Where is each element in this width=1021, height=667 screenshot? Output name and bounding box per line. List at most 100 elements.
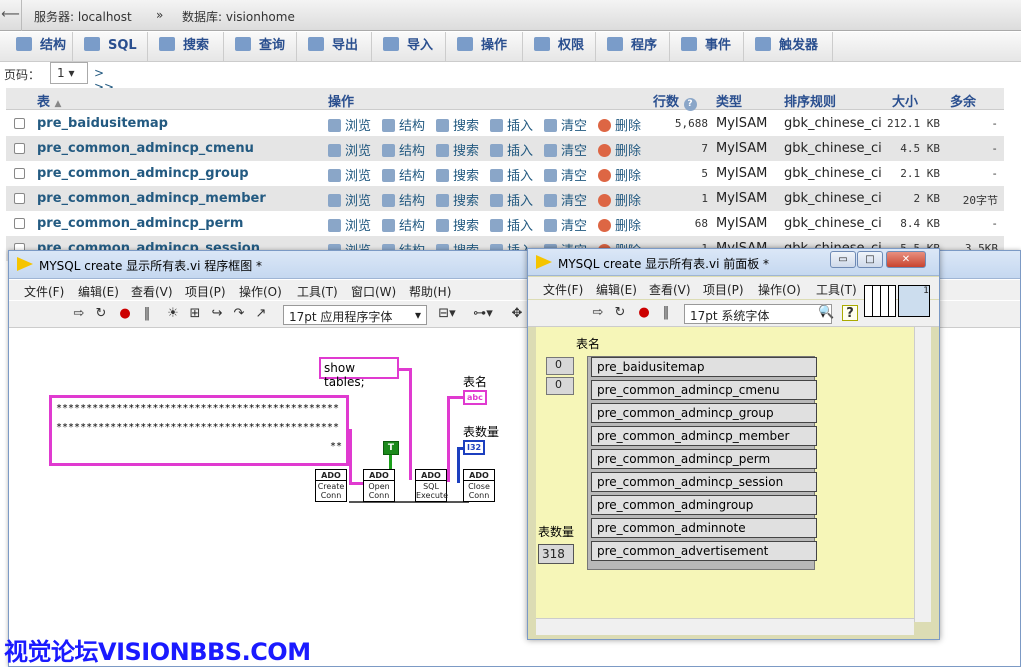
tab-export[interactable]: 导出 (298, 32, 372, 61)
menu-edit[interactable]: 编辑(E) (78, 283, 119, 300)
action-structure[interactable]: 结构 (382, 190, 425, 209)
action-insert[interactable]: 插入 (490, 215, 533, 234)
action-drop[interactable]: 删除 (598, 115, 641, 134)
tab-routines[interactable]: 程序 (597, 32, 670, 61)
tab-sql[interactable]: SQL (74, 32, 148, 61)
action-structure[interactable]: 结构 (382, 165, 425, 184)
run-continuous-icon[interactable]: ↻ (93, 306, 109, 322)
vi-icon[interactable]: 1 (898, 285, 930, 317)
pause-icon[interactable]: ‖ (139, 306, 155, 322)
run-continuous-icon[interactable]: ↻ (612, 305, 628, 321)
font-select[interactable]: 17pt 应用程序字体 (283, 305, 427, 325)
wire-count-out[interactable] (457, 447, 460, 483)
ado-open-conn[interactable]: ADO Open Conn (363, 469, 395, 502)
array-element[interactable]: pre_common_admincp_cmenu (591, 380, 817, 400)
close-button[interactable]: ✕ (886, 251, 926, 268)
distribute-icon[interactable]: ⊶▾ (471, 306, 495, 322)
menu-project[interactable]: 项目(P) (703, 281, 744, 298)
menu-window[interactable]: 窗口(W) (351, 283, 396, 300)
row-checkbox[interactable] (14, 168, 25, 179)
cleanup-icon[interactable]: ✥ (509, 306, 525, 322)
action-drop[interactable]: 删除 (598, 165, 641, 184)
page-select[interactable]: 1 ▾ (50, 62, 88, 84)
action-drop[interactable]: 删除 (598, 190, 641, 209)
run-arrow-icon[interactable]: ⇨ (590, 305, 606, 321)
action-insert[interactable]: 插入 (490, 140, 533, 159)
col-rows[interactable]: 行数 ? (653, 91, 697, 111)
action-search[interactable]: 搜索 (436, 215, 479, 234)
tab-search[interactable]: 搜索 (149, 32, 224, 61)
menu-operate[interactable]: 操作(O) (239, 283, 282, 300)
connector-pane-icon[interactable] (864, 285, 896, 317)
tab-structure[interactable]: 结构 (6, 32, 73, 61)
array-element[interactable]: pre_common_adminnote (591, 518, 817, 538)
action-drop[interactable]: 删除 (598, 215, 641, 234)
array-element[interactable]: pre_common_admincp_perm (591, 449, 817, 469)
step-into-icon[interactable]: ↪ (209, 306, 225, 322)
action-drop[interactable]: 删除 (598, 140, 641, 159)
array-element[interactable]: pre_common_advertisement (591, 541, 817, 561)
menu-operate[interactable]: 操作(O) (758, 281, 801, 298)
action-insert[interactable]: 插入 (490, 165, 533, 184)
action-browse[interactable]: 浏览 (328, 190, 371, 209)
step-over-icon[interactable]: ↷ (231, 306, 247, 322)
tab-events[interactable]: 事件 (671, 32, 744, 61)
action-structure[interactable]: 结构 (382, 140, 425, 159)
front-panel-canvas[interactable]: 表名 0 0 pre_baidusitemap pre_common_adminc… (536, 327, 914, 622)
menu-tools[interactable]: 工具(T) (816, 281, 857, 298)
breadcrumb-database[interactable]: 数据库: visionhome (182, 8, 295, 25)
retain-wire-icon[interactable]: ⊞ (187, 306, 203, 322)
action-search[interactable]: 搜索 (436, 140, 479, 159)
vertical-scrollbar[interactable] (914, 327, 931, 622)
ado-sql-execute[interactable]: ADO SQL Execute (415, 469, 448, 502)
action-browse[interactable]: 浏览 (328, 165, 371, 184)
row-checkbox[interactable] (14, 193, 25, 204)
menu-edit[interactable]: 编辑(E) (596, 281, 637, 298)
menu-help[interactable]: 帮助(H) (409, 283, 451, 300)
highlight-bulb-icon[interactable]: ☀ (165, 306, 181, 322)
tab-privileges[interactable]: 权限 (524, 32, 596, 61)
menu-tools[interactable]: 工具(T) (297, 283, 338, 300)
align-icon[interactable]: ⊟▾ (435, 306, 459, 322)
menu-project[interactable]: 项目(P) (185, 283, 226, 300)
col-size[interactable]: 大小 (892, 91, 918, 110)
action-empty[interactable]: 清空 (544, 165, 587, 184)
array-element[interactable]: pre_common_admingroup (591, 495, 817, 515)
menu-view[interactable]: 查看(V) (131, 283, 173, 300)
action-insert[interactable]: 插入 (490, 115, 533, 134)
action-insert[interactable]: 插入 (490, 190, 533, 209)
table-name-link[interactable]: pre_common_admincp_cmenu (37, 141, 254, 156)
menu-file[interactable]: 文件(F) (24, 283, 64, 300)
boolean-true-constant[interactable]: T (383, 441, 399, 455)
col-overhead[interactable]: 多余 (950, 91, 976, 110)
maximize-button[interactable]: □ (857, 251, 883, 268)
array-index-1[interactable]: 0 (546, 377, 574, 395)
array-index-0[interactable]: 0 (546, 357, 574, 375)
action-search[interactable]: 搜索 (436, 165, 479, 184)
pause-icon[interactable]: ‖ (658, 305, 674, 321)
breadcrumb-server[interactable]: 服务器: localhost (34, 8, 132, 25)
tab-query[interactable]: 查询 (225, 32, 297, 61)
table-count-indicator[interactable]: I32 (463, 440, 486, 455)
font-select[interactable]: 17pt 系统字体 (684, 304, 832, 324)
action-structure[interactable]: 结构 (382, 215, 425, 234)
table-count-indicator[interactable]: 318 (538, 544, 574, 564)
wire-table-out[interactable] (447, 396, 450, 482)
back-arrow-icon[interactable]: ⟵ (0, 0, 22, 31)
menu-view[interactable]: 查看(V) (649, 281, 691, 298)
tab-triggers[interactable]: 触发器 (745, 32, 833, 61)
ado-close-conn[interactable]: ADO Close Conn (463, 469, 495, 502)
col-collation[interactable]: 排序规则 (784, 91, 836, 110)
tab-operations[interactable]: 操作 (447, 32, 523, 61)
array-element[interactable]: pre_common_admincp_group (591, 403, 817, 423)
array-element[interactable]: pre_common_admincp_session (591, 472, 817, 492)
wire-sql-v[interactable] (409, 368, 412, 480)
help-icon[interactable]: ? (842, 305, 858, 321)
wire-table-out-h[interactable] (447, 396, 463, 399)
array-element[interactable]: pre_baidusitemap (591, 357, 817, 377)
minimize-button[interactable]: ▭ (830, 251, 856, 268)
action-browse[interactable]: 浏览 (328, 215, 371, 234)
connection-string-constant[interactable]: ****************************************… (49, 395, 349, 466)
step-out-icon[interactable]: ↗ (253, 306, 269, 322)
table-name-link[interactable]: pre_common_admincp_group (37, 166, 249, 181)
